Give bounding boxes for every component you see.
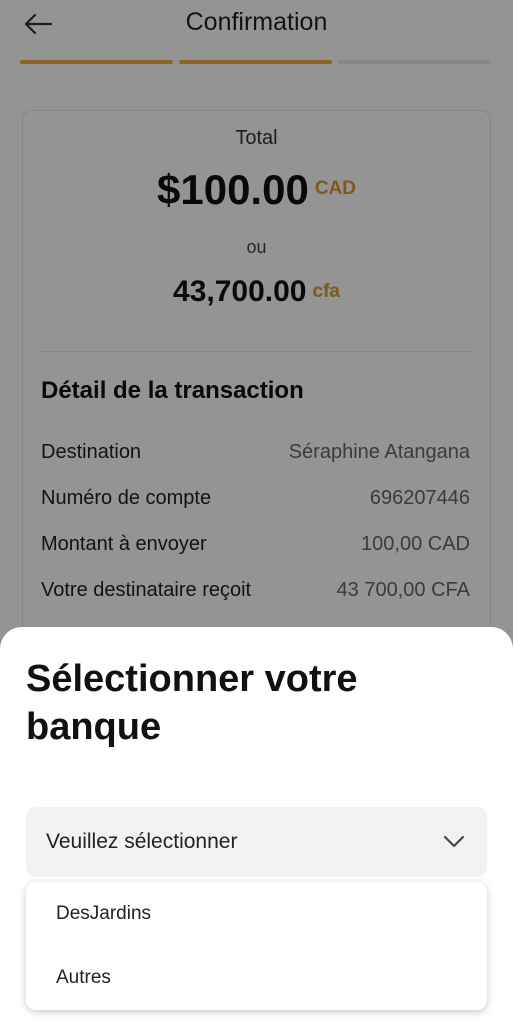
bank-option-desjardins[interactable]: DesJardins <box>26 882 487 946</box>
sheet-title: Sélectionner votre banque <box>26 658 358 748</box>
bank-option-autres[interactable]: Autres <box>26 946 487 1010</box>
bank-select-sheet: Sélectionner votre banque Veuillez sélec… <box>0 627 513 1024</box>
bank-select[interactable]: Veuillez sélectionner <box>26 807 487 877</box>
chevron-down-icon <box>443 835 465 848</box>
bank-dropdown-menu: DesJardins Autres <box>26 882 487 1010</box>
confirmation-screen: Confirmation Total $100.00 CAD ou 43,700.… <box>0 0 513 1024</box>
bank-select-value: Veuillez sélectionner <box>46 830 238 853</box>
